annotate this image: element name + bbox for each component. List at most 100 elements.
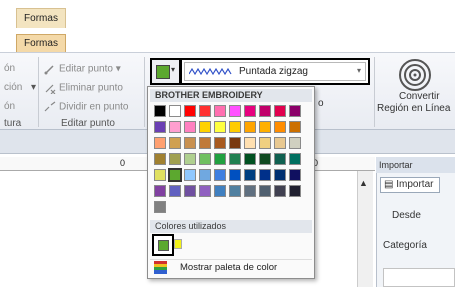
color-swatch[interactable] xyxy=(154,185,166,197)
color-swatch[interactable] xyxy=(274,121,286,133)
color-swatch[interactable] xyxy=(244,169,256,181)
color-swatch[interactable] xyxy=(214,137,226,149)
color-swatch[interactable] xyxy=(154,121,166,133)
convert-button-label-1[interactable]: Convertir xyxy=(399,91,440,102)
scroll-up-icon[interactable]: ▲ xyxy=(359,178,368,188)
color-swatch[interactable] xyxy=(229,105,241,117)
color-swatch[interactable] xyxy=(184,121,196,133)
color-swatch[interactable] xyxy=(214,185,226,197)
color-swatch[interactable] xyxy=(154,105,166,117)
used-colors-header: Colores utilizados xyxy=(150,220,312,233)
color-swatch[interactable] xyxy=(214,105,226,117)
color-swatch[interactable] xyxy=(274,153,286,165)
color-swatch[interactable] xyxy=(199,185,211,197)
color-swatch[interactable] xyxy=(199,169,211,181)
chevron-down-icon[interactable]: ▾ xyxy=(357,66,361,75)
color-swatch[interactable] xyxy=(289,169,301,181)
color-swatch-grid xyxy=(154,105,302,214)
ribbon-left-item-2[interactable]: ción xyxy=(4,82,22,93)
color-swatch[interactable] xyxy=(169,105,181,117)
color-swatch[interactable] xyxy=(169,153,181,165)
color-swatch[interactable] xyxy=(229,185,241,197)
color-swatch[interactable] xyxy=(229,169,241,181)
color-swatch[interactable] xyxy=(199,137,211,149)
chevron-down-icon[interactable]: ▾ xyxy=(171,65,175,74)
used-color-swatch[interactable] xyxy=(174,239,182,249)
ruler-tick-label: 0 xyxy=(120,158,126,168)
color-swatch[interactable] xyxy=(184,137,196,149)
tab-importar[interactable]: ▤ Importar xyxy=(380,177,440,193)
color-palette-dropdown: BROTHER EMBROIDERY Colores utilizados Mo… xyxy=(147,86,315,279)
delete-point-icon xyxy=(45,84,56,94)
color-swatch[interactable] xyxy=(259,105,271,117)
color-swatch[interactable] xyxy=(244,153,256,165)
thread-color-button[interactable]: ▾ xyxy=(150,58,181,85)
color-swatch[interactable] xyxy=(199,153,211,165)
color-swatch[interactable] xyxy=(244,121,256,133)
color-swatch[interactable] xyxy=(169,137,181,149)
color-swatch[interactable] xyxy=(289,121,301,133)
color-swatch[interactable] xyxy=(274,137,286,149)
ribbon-left-group-label: tura xyxy=(4,118,22,129)
delete-point-button[interactable]: Eliminar punto xyxy=(44,82,123,94)
color-swatch[interactable] xyxy=(289,105,301,117)
color-swatch[interactable] xyxy=(154,137,166,149)
color-swatch[interactable] xyxy=(244,185,256,197)
ribbon-left-dropdown-caret[interactable]: ▾ xyxy=(31,82,36,93)
color-swatch[interactable] xyxy=(259,185,271,197)
ribbon-left-item-3[interactable]: ón xyxy=(4,101,15,112)
color-swatch[interactable] xyxy=(259,121,271,133)
color-swatch[interactable] xyxy=(184,185,196,197)
import-panel-header: Importar xyxy=(376,157,455,173)
tab-formas-title[interactable]: Formas xyxy=(16,8,66,28)
color-swatch[interactable] xyxy=(169,185,181,197)
color-swatch[interactable] xyxy=(289,185,301,197)
color-swatch[interactable] xyxy=(274,185,286,197)
import-thumbnail-area[interactable] xyxy=(383,268,455,287)
edit-point-button[interactable]: Editar punto ▾ xyxy=(44,63,121,75)
convert-button-label-2[interactable]: Región en Línea xyxy=(377,103,450,114)
import-from-label: Desde xyxy=(392,210,421,221)
stitch-type-select[interactable]: Puntada zigzag ▾ xyxy=(180,58,370,85)
color-swatch[interactable] xyxy=(199,121,211,133)
color-swatch[interactable] xyxy=(229,137,241,149)
color-swatch[interactable] xyxy=(154,201,166,213)
ribbon-left-item-1[interactable]: ón xyxy=(4,63,15,74)
color-swatch[interactable] xyxy=(184,153,196,165)
color-swatch[interactable] xyxy=(244,105,256,117)
color-swatch[interactable] xyxy=(169,121,181,133)
color-swatch[interactable] xyxy=(229,153,241,165)
spiral-convert-icon[interactable] xyxy=(398,58,432,92)
color-swatch[interactable] xyxy=(289,153,301,165)
color-swatch[interactable] xyxy=(168,168,182,182)
color-swatch[interactable] xyxy=(154,169,166,181)
used-color-swatch xyxy=(158,240,169,251)
color-swatch[interactable] xyxy=(154,153,166,165)
color-swatch[interactable] xyxy=(214,121,226,133)
import-tab-icon: ▤ xyxy=(384,179,394,190)
vertical-scrollbar[interactable] xyxy=(357,171,373,287)
color-swatch[interactable] xyxy=(229,121,241,133)
stitch-type-field[interactable]: Puntada zigzag ▾ xyxy=(184,62,366,81)
color-swatch[interactable] xyxy=(244,137,256,149)
color-swatch[interactable] xyxy=(274,105,286,117)
color-swatch[interactable] xyxy=(184,169,196,181)
current-color-swatch xyxy=(156,65,170,79)
color-swatch[interactable] xyxy=(259,137,271,149)
tab-formas[interactable]: Formas xyxy=(16,34,66,52)
split-point-label: Dividir en punto xyxy=(59,101,129,113)
color-swatch[interactable] xyxy=(214,153,226,165)
color-swatch[interactable] xyxy=(274,169,286,181)
used-color-selected[interactable] xyxy=(152,234,174,256)
title-area xyxy=(0,0,455,38)
show-color-palette-label: Mostrar paleta de color xyxy=(180,262,278,273)
color-swatch[interactable] xyxy=(259,153,271,165)
color-swatch[interactable] xyxy=(214,169,226,181)
color-swatch[interactable] xyxy=(184,105,196,117)
show-color-palette-button[interactable]: Mostrar paleta de color xyxy=(150,259,312,275)
color-swatch[interactable] xyxy=(289,137,301,149)
split-point-button[interactable]: Dividir en punto xyxy=(44,101,128,113)
color-swatch[interactable] xyxy=(199,105,211,117)
palette-brand-header: BROTHER EMBROIDERY xyxy=(150,89,312,102)
color-swatch[interactable] xyxy=(259,169,271,181)
